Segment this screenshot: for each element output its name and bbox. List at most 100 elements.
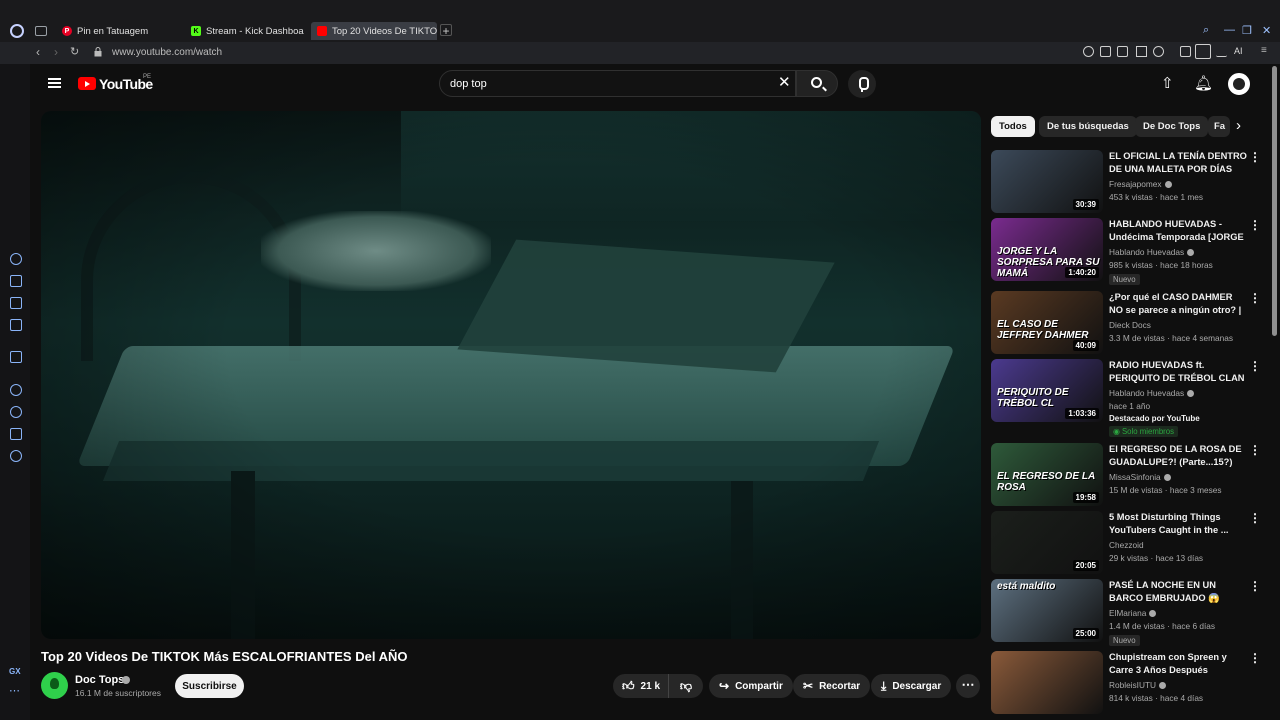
share-button[interactable]: ↪ Compartir: [709, 674, 793, 698]
youtube-logo-icon[interactable]: [78, 77, 96, 90]
recommendation-title[interactable]: ¿Por qué el CASO DAHMER NO se parece a n…: [1109, 291, 1247, 317]
kebab-menu-icon[interactable]: ⋮: [1249, 444, 1261, 456]
tab-kick[interactable]: K Stream - Kick Dashboa: [185, 22, 307, 40]
extensions-puzzle-icon[interactable]: [1180, 46, 1191, 57]
recommendation-title[interactable]: Chupistream con Spreen y Carre 3 Años De…: [1109, 651, 1247, 677]
account-avatar[interactable]: [1228, 73, 1250, 95]
recommendation-title[interactable]: El REGRESO DE LA ROSA DE GUADALUPE?! (Pa…: [1109, 443, 1247, 469]
twitch-icon[interactable]: [10, 351, 22, 363]
search-input[interactable]: [450, 76, 770, 92]
crypto-icon[interactable]: [10, 297, 22, 309]
video-thumbnail[interactable]: EL REGRESO DE LA ROSA 19:58: [991, 443, 1103, 506]
opera-logo-icon[interactable]: [10, 24, 24, 38]
recommendation-channel[interactable]: MissaSinfonia: [1109, 472, 1171, 482]
history-icon[interactable]: [10, 406, 22, 418]
close-window-icon[interactable]: ✕: [1262, 24, 1271, 37]
url-field[interactable]: www.youtube.com/watch: [112, 47, 222, 58]
search-button[interactable]: [796, 70, 838, 97]
reload-icon[interactable]: ↻: [70, 45, 79, 58]
dislike-button[interactable]: 👎︎: [669, 674, 703, 698]
recommendation-channel[interactable]: Fresajapomex: [1109, 179, 1172, 189]
tab-pinterest[interactable]: P Pin en Tatuagem: [56, 22, 182, 40]
upload-icon[interactable]: ⇧: [1161, 76, 1174, 91]
recommendation-item[interactable]: PERIQUITO DE TRÉBOL CL 1:03:36 RADIO HUEVA…: [991, 359, 1261, 437]
recommendation-title[interactable]: RADIO HUEVADAS ft. PERIQUITO DE TRÉBOL C…: [1109, 359, 1247, 385]
bag-icon[interactable]: [10, 275, 22, 287]
clear-search-icon[interactable]: ✕: [778, 75, 791, 90]
download-button[interactable]: ⤓ Descargar: [871, 674, 952, 698]
page-scrollbar[interactable]: [1272, 66, 1277, 336]
extensions-icon[interactable]: [10, 428, 22, 440]
recommendation-channel[interactable]: Chezzoid: [1109, 540, 1144, 550]
chip-from-searches[interactable]: De tus búsquedas: [1039, 116, 1137, 137]
voice-search-mic-icon[interactable]: [848, 70, 876, 98]
workspace-icon[interactable]: [35, 26, 47, 36]
recommendation-channel[interactable]: Dieck Docs: [1109, 320, 1151, 330]
recommendation-item[interactable]: 20:05 5 Most Disturbing Things YouTubers …: [991, 511, 1261, 577]
kebab-menu-icon[interactable]: ⋮: [1249, 219, 1261, 231]
recommendation-title[interactable]: HABLANDO HUEVADAS - Undécima Temporada […: [1109, 218, 1247, 244]
channel-name[interactable]: Doc Tops: [75, 674, 124, 686]
chip-from-channel[interactable]: De Doc Tops: [1135, 116, 1209, 137]
hamburger-menu-icon[interactable]: [48, 78, 61, 88]
recommendation-title[interactable]: 5 Most Disturbing Things YouTubers Caugh…: [1109, 511, 1247, 537]
chip-more[interactable]: Fa: [1208, 116, 1230, 137]
video-thumbnail[interactable]: EL CASO DE JEFFREY DAHMER 40:09: [991, 291, 1103, 354]
maximize-icon[interactable]: ❐: [1242, 24, 1252, 37]
recommendation-item[interactable]: 30:39 EL OFICIAL LA TENÍA DENTRO DE UNA M…: [991, 150, 1261, 216]
more-actions-button[interactable]: ⋯: [956, 674, 980, 698]
video-thumbnail[interactable]: JORGE Y LA SORPRESA PARA SU MAMÁ 1:40:20: [991, 218, 1103, 281]
recommendation-channel[interactable]: ElMariana: [1109, 608, 1157, 618]
tab-youtube-active[interactable]: Top 20 Videos De TIKTOK: [311, 22, 437, 40]
minimize-icon[interactable]: —: [1224, 24, 1235, 36]
video-thumbnail[interactable]: 20:05: [991, 511, 1103, 574]
video-thumbnail[interactable]: [991, 651, 1103, 714]
player-icon[interactable]: [10, 384, 22, 396]
notifications-bell-icon[interactable]: 🔔︎: [1194, 76, 1213, 91]
kebab-menu-icon[interactable]: ⋮: [1249, 292, 1261, 304]
gx-label[interactable]: GX: [9, 667, 21, 676]
video-thumbnail[interactable]: PERIQUITO DE TRÉBOL CL 1:03:36: [991, 359, 1103, 422]
kebab-menu-icon[interactable]: ⋮: [1249, 151, 1261, 163]
kebab-menu-icon[interactable]: ⋮: [1249, 360, 1261, 372]
chip-all[interactable]: Todos: [991, 116, 1035, 137]
play-icon[interactable]: [1136, 46, 1147, 57]
forward-icon[interactable]: ›: [54, 45, 58, 59]
kebab-menu-icon[interactable]: ⋮: [1249, 652, 1261, 664]
recommendation-channel[interactable]: Hablando Huevadas: [1109, 388, 1195, 398]
channel-avatar[interactable]: [41, 672, 68, 699]
like-button[interactable]: 👍︎ 21 k: [613, 674, 669, 698]
recommendation-item[interactable]: EL CASO DE JEFFREY DAHMER 40:09 ¿Por qué e…: [991, 291, 1261, 357]
tab-search-icon[interactable]: ⌕: [1203, 24, 1209, 37]
pin-extension-icon[interactable]: [1083, 46, 1094, 57]
recommendation-channel[interactable]: RobleisIUTU: [1109, 680, 1167, 690]
recommendation-item[interactable]: JORGE Y LA SORPRESA PARA SU MAMÁ 1:40:20 H…: [991, 218, 1261, 285]
shield-icon[interactable]: [1117, 46, 1128, 57]
chevron-right-icon[interactable]: ›: [1236, 118, 1241, 133]
kebab-menu-icon[interactable]: ⋮: [1249, 580, 1261, 592]
kebab-menu-icon[interactable]: ⋮: [1249, 512, 1261, 524]
video-thumbnail[interactable]: está maldito 25:00: [991, 579, 1103, 642]
video-player[interactable]: [41, 111, 981, 639]
profile-extension-icon[interactable]: [1195, 44, 1211, 59]
recommendation-title[interactable]: PASÉ LA NOCHE EN UN BARCO EMBRUJADO 😱: [1109, 579, 1247, 605]
ai-label[interactable]: AI: [1234, 46, 1243, 56]
sidebar-more-icon[interactable]: ⋯: [9, 684, 20, 697]
heart-icon[interactable]: [1153, 46, 1164, 57]
settings-icon[interactable]: [10, 450, 22, 462]
recommendation-item[interactable]: está maldito 25:00 PASÉ LA NOCHE EN UN BAR…: [991, 579, 1261, 646]
clip-button[interactable]: ✂ Recortar: [793, 674, 871, 698]
recommendation-item[interactable]: Chupistream con Spreen y Carre 3 Años De…: [991, 651, 1261, 717]
video-thumbnail[interactable]: 30:39: [991, 150, 1103, 213]
ai-icon[interactable]: [10, 253, 22, 265]
back-icon[interactable]: ‹: [36, 45, 40, 59]
menu-icon[interactable]: ≡: [1261, 45, 1267, 56]
new-tab-button[interactable]: +: [440, 24, 452, 37]
recommendation-item[interactable]: EL REGRESO DE LA ROSA 19:58 El REGRESO DE …: [991, 443, 1261, 509]
snapshot-icon[interactable]: [1100, 46, 1111, 57]
download-icon[interactable]: [1216, 46, 1227, 57]
recommendation-channel[interactable]: Hablando Huevadas: [1109, 247, 1195, 257]
messenger-icon[interactable]: [10, 319, 22, 331]
subscribe-button[interactable]: Suscribirse: [175, 674, 244, 698]
recommendation-title[interactable]: EL OFICIAL LA TENÍA DENTRO DE UNA MALETA…: [1109, 150, 1247, 176]
